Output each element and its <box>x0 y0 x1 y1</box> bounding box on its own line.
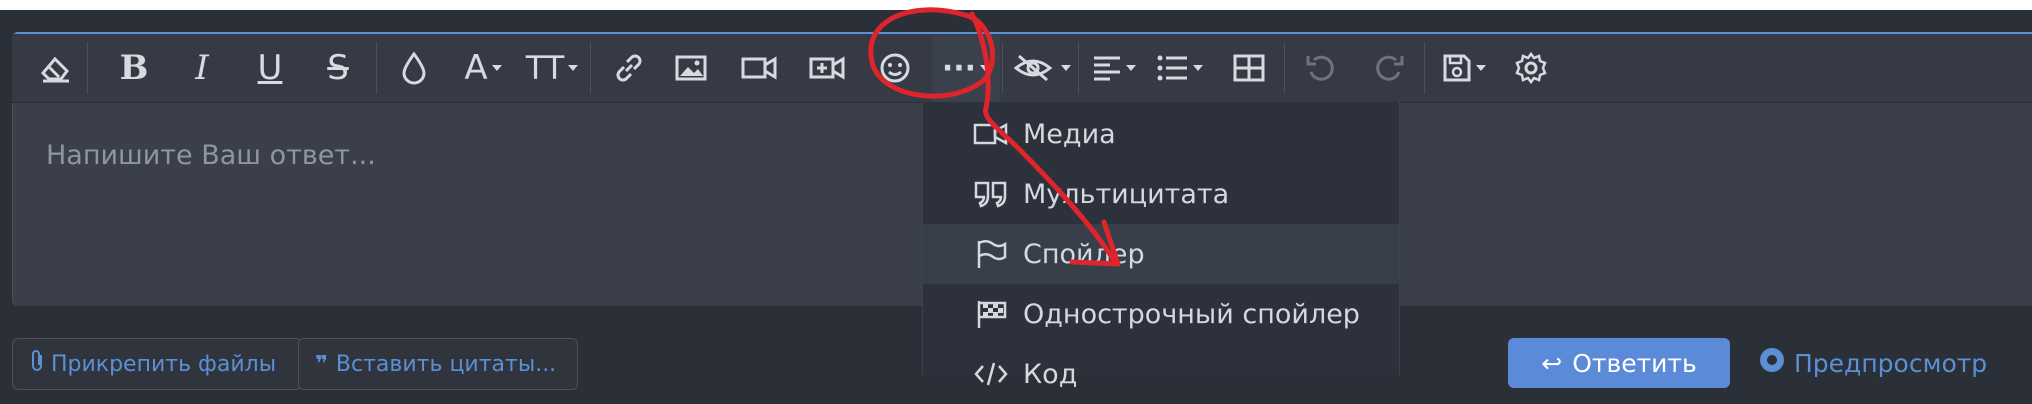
video-plus-icon <box>808 53 846 83</box>
reply-button[interactable]: ↩ Ответить <box>1508 338 1730 388</box>
bold-button[interactable]: B <box>104 34 164 102</box>
code-icon <box>971 358 1011 390</box>
more-options-dropdown: Медиа Мультицитата Спойлер Однострочный … <box>922 102 1400 390</box>
toolbar-separator <box>1284 42 1285 94</box>
font-family-label: A <box>464 48 488 88</box>
drop-icon <box>401 51 427 85</box>
image-button[interactable] <box>660 34 722 102</box>
insert-quotes-button[interactable]: ❞ Вставить цитаты... <box>298 338 578 390</box>
font-family-button[interactable]: A <box>452 34 514 102</box>
table-icon <box>1233 53 1265 83</box>
quote-icon <box>971 178 1011 210</box>
menu-item-spoiler[interactable]: Спойлер <box>923 224 1399 284</box>
menu-item-label: Однострочный спойлер <box>1023 298 1360 330</box>
menu-item-code[interactable]: Код <box>923 344 1399 404</box>
reply-icon: ↩ <box>1541 348 1563 378</box>
page-top-strip <box>0 0 2032 10</box>
clear-formatting-button[interactable] <box>26 34 86 102</box>
align-left-icon <box>1092 54 1122 82</box>
link-icon <box>612 51 646 85</box>
chevron-down-icon <box>1061 65 1071 71</box>
emoji-button[interactable] <box>864 34 926 102</box>
reply-label: Ответить <box>1572 348 1697 378</box>
chevron-down-icon <box>491 65 502 71</box>
chevron-down-icon <box>1476 65 1486 71</box>
video-button[interactable] <box>728 34 790 102</box>
toolbar-separator <box>1078 42 1079 94</box>
toolbar-separator <box>1424 42 1425 94</box>
eye-slash-icon <box>1013 53 1057 83</box>
insert-quotes-label: Вставить цитаты... <box>335 351 557 377</box>
checkered-flag-icon <box>971 298 1011 330</box>
menu-item-inline-spoiler[interactable]: Однострочный спойлер <box>923 284 1399 344</box>
undo-button[interactable] <box>1290 34 1352 102</box>
table-button[interactable] <box>1218 34 1280 102</box>
editor-toolbar: B I U S A TT ··· <box>12 34 2032 103</box>
redo-button[interactable] <box>1358 34 1420 102</box>
settings-button[interactable] <box>1500 34 1562 102</box>
link-button[interactable] <box>598 34 660 102</box>
drafts-button[interactable] <box>1430 34 1498 102</box>
more-options-button[interactable]: ··· <box>932 34 1000 102</box>
menu-item-label: Спойлер <box>1023 238 1145 270</box>
floppy-icon <box>1442 53 1472 83</box>
chevron-down-icon <box>1126 65 1136 71</box>
text-color-button[interactable] <box>384 34 444 102</box>
attach-files-label: Прикрепить файлы <box>51 351 277 377</box>
menu-item-label: Мультицитата <box>1023 178 1230 210</box>
undo-icon <box>1305 52 1337 84</box>
editor-placeholder: Напишите Ваш ответ... <box>46 140 376 171</box>
video-icon <box>740 53 778 83</box>
menu-item-label: Код <box>1023 358 1078 390</box>
menu-item-media[interactable]: Медиа <box>923 104 1399 164</box>
list-button[interactable] <box>1148 34 1212 102</box>
preview-button[interactable]: Предпросмотр <box>1730 338 2032 388</box>
align-button[interactable] <box>1082 34 1146 102</box>
flag-icon <box>971 238 1011 270</box>
quote-icon: ❞ <box>315 351 328 377</box>
more-icon: ··· <box>941 50 977 86</box>
italic-button[interactable]: I <box>172 34 232 102</box>
strikethrough-button[interactable]: S <box>308 34 368 102</box>
chevron-down-icon <box>1193 65 1203 71</box>
insert-media-button[interactable] <box>796 34 858 102</box>
toolbar-separator <box>590 42 591 94</box>
toolbar-separator <box>376 42 377 94</box>
font-size-button[interactable]: TT <box>518 34 586 102</box>
image-icon <box>674 53 708 83</box>
menu-item-multiquote[interactable]: Мультицитата <box>923 164 1399 224</box>
gear-icon <box>1514 51 1548 85</box>
toolbar-separator <box>1002 42 1003 94</box>
preview-label: Предпросмотр <box>1794 348 1988 378</box>
toolbar-separator <box>87 42 88 94</box>
font-size-label: TT <box>525 49 565 87</box>
eraser-icon <box>39 53 73 83</box>
menu-item-label: Медиа <box>1023 118 1116 150</box>
chevron-down-icon <box>980 65 991 71</box>
video-icon <box>971 118 1011 150</box>
chevron-down-icon <box>568 65 579 71</box>
redo-icon <box>1373 52 1405 84</box>
hide-content-button[interactable] <box>1008 34 1076 102</box>
attach-files-button[interactable]: Прикрепить файлы <box>12 338 302 390</box>
underline-button[interactable]: U <box>240 34 300 102</box>
list-icon <box>1157 54 1189 82</box>
smile-icon <box>878 51 912 85</box>
